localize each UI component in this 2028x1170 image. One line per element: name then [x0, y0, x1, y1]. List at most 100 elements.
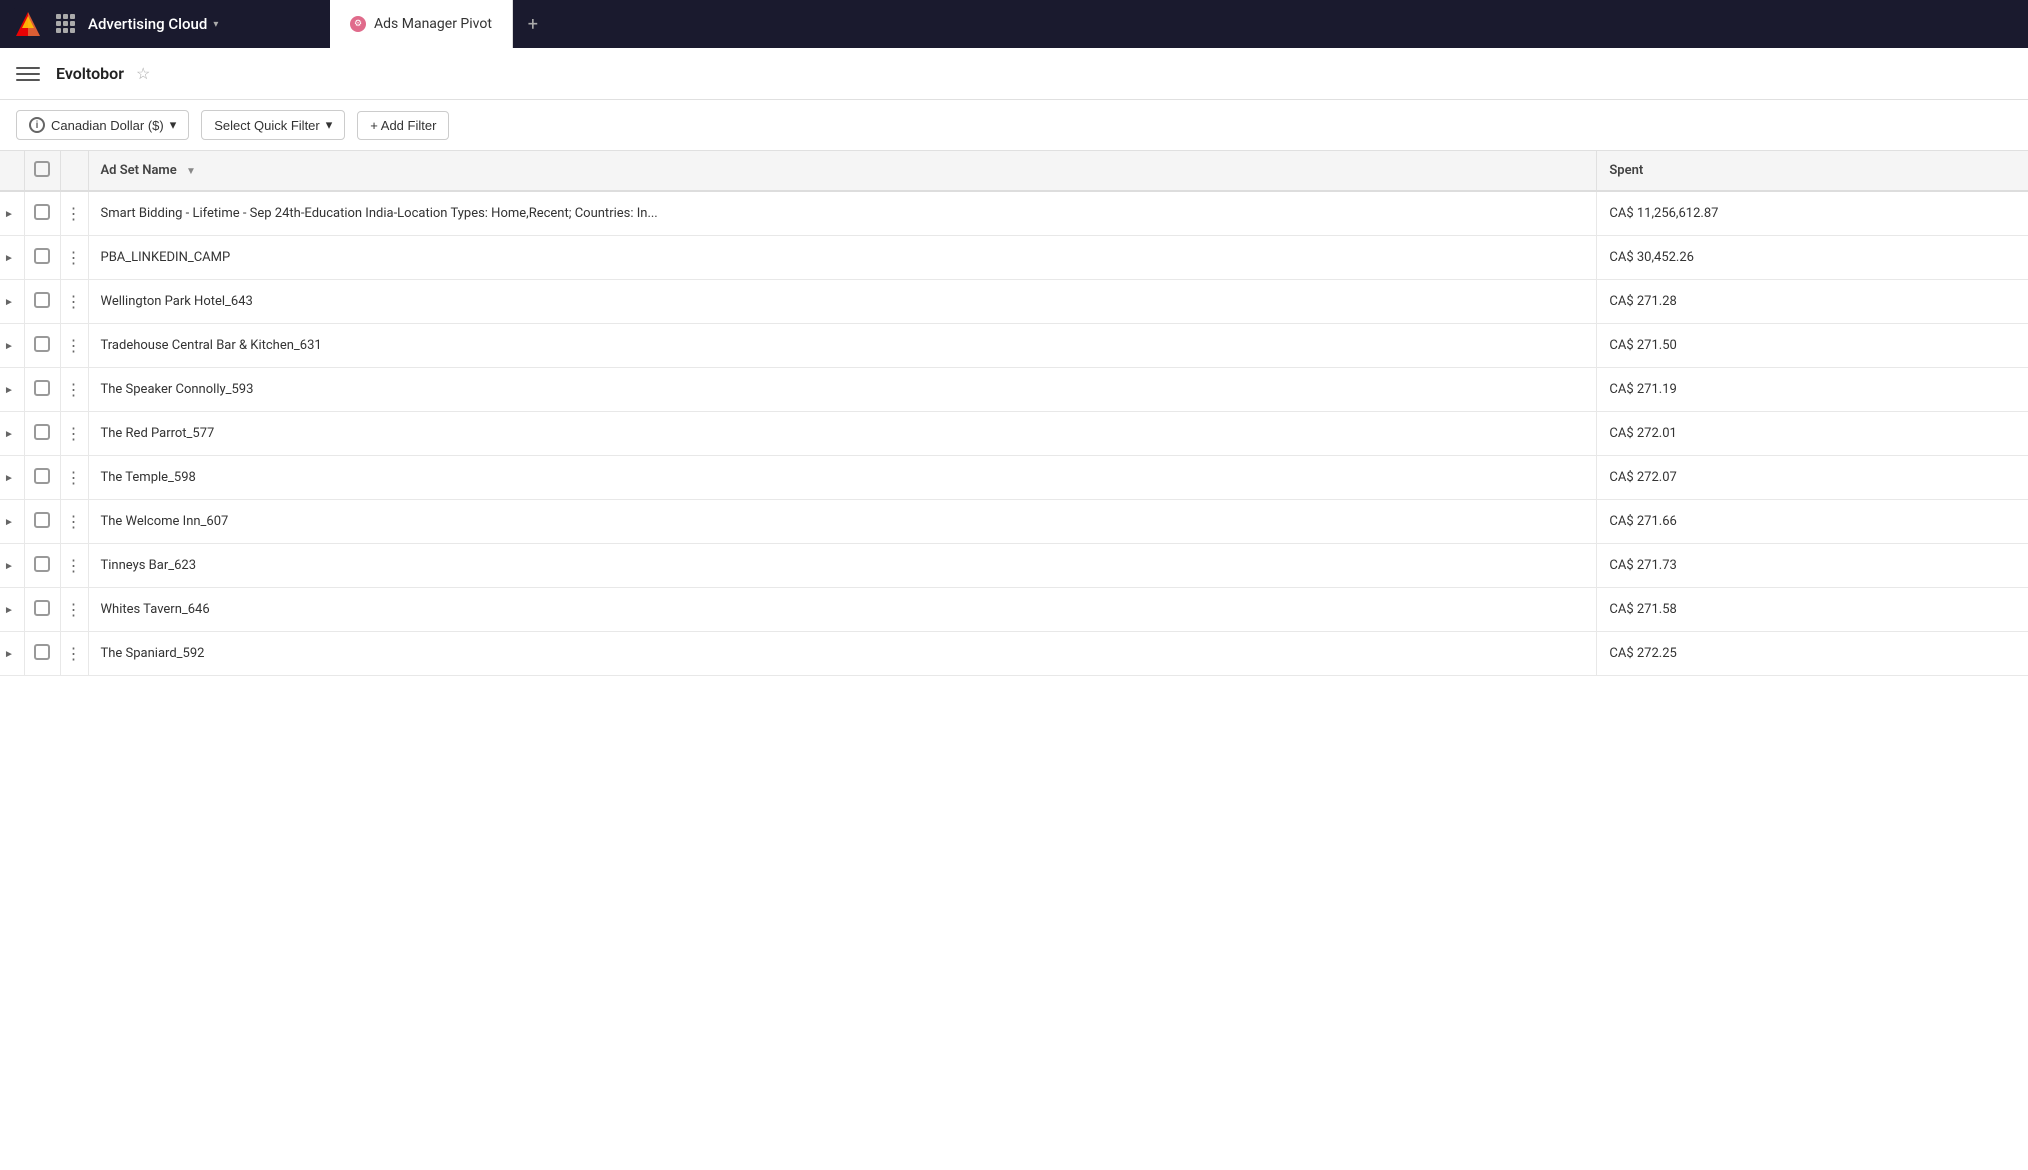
row-checkbox-cell — [24, 412, 60, 456]
th-menu — [60, 151, 88, 191]
row-checkbox-cell — [24, 632, 60, 676]
row-adset-name: The Speaker Connolly_593 — [88, 368, 1597, 412]
row-checkbox[interactable] — [34, 424, 50, 440]
ads-manager-pivot-tab[interactable]: ⚙ Ads Manager Pivot — [330, 0, 513, 48]
row-expand-button[interactable]: ► — [4, 341, 14, 352]
row-checkbox[interactable] — [34, 600, 50, 616]
row-expand-cell: ► — [0, 456, 24, 500]
row-expand-button[interactable]: ► — [4, 473, 14, 484]
row-expand-button[interactable]: ► — [4, 297, 14, 308]
row-expand-button[interactable]: ► — [4, 517, 14, 528]
row-spent: CA$ 271.50 — [1597, 324, 2028, 368]
app-name-label: Advertising Cloud — [88, 15, 207, 33]
row-expand-button[interactable]: ► — [4, 385, 14, 396]
row-menu-cell: ⋮ — [60, 588, 88, 632]
row-expand-cell: ► — [0, 191, 24, 236]
currency-selector-button[interactable]: i Canadian Dollar ($) ▾ — [16, 110, 189, 140]
currency-label: Canadian Dollar ($) — [51, 118, 164, 133]
add-filter-button[interactable]: + Add Filter — [357, 111, 449, 140]
row-expand-button[interactable]: ► — [4, 429, 14, 440]
row-spent: CA$ 271.28 — [1597, 280, 2028, 324]
row-spent: CA$ 272.25 — [1597, 632, 2028, 676]
table-row: ► ⋮ The Welcome Inn_607 CA$ 271.66 — [0, 500, 2028, 544]
row-menu-cell: ⋮ — [60, 412, 88, 456]
row-adset-name: Tradehouse Central Bar & Kitchen_631 — [88, 324, 1597, 368]
row-adset-name: The Welcome Inn_607 — [88, 500, 1597, 544]
row-expand-cell: ► — [0, 632, 24, 676]
table-row: ► ⋮ The Speaker Connolly_593 CA$ 271.19 — [0, 368, 2028, 412]
row-context-menu-button[interactable]: ⋮ — [66, 336, 83, 355]
th-spent-label: Spent — [1609, 163, 1643, 178]
nav-left: Advertising Cloud ▾ — [0, 8, 330, 40]
table-row: ► ⋮ The Spaniard_592 CA$ 272.25 — [0, 632, 2028, 676]
row-checkbox[interactable] — [34, 512, 50, 528]
toolbar: i Canadian Dollar ($) ▾ Select Quick Fil… — [0, 100, 2028, 151]
add-tab-button[interactable]: + — [513, 0, 553, 48]
row-checkbox[interactable] — [34, 336, 50, 352]
row-expand-button[interactable]: ► — [4, 649, 14, 660]
row-spent: CA$ 271.58 — [1597, 588, 2028, 632]
row-adset-name: The Temple_598 — [88, 456, 1597, 500]
row-menu-cell: ⋮ — [60, 191, 88, 236]
row-checkbox[interactable] — [34, 644, 50, 660]
hamburger-menu-icon[interactable] — [16, 62, 40, 86]
row-context-menu-button[interactable]: ⋮ — [66, 556, 83, 575]
tab-bar: ⚙ Ads Manager Pivot + — [330, 0, 2028, 48]
row-checkbox-cell — [24, 324, 60, 368]
row-checkbox[interactable] — [34, 292, 50, 308]
row-adset-name: Tinneys Bar_623 — [88, 544, 1597, 588]
header-checkbox[interactable] — [34, 161, 50, 177]
th-spent: Spent — [1597, 151, 2028, 191]
row-context-menu-button[interactable]: ⋮ — [66, 380, 83, 399]
row-context-menu-button[interactable]: ⋮ — [66, 644, 83, 663]
row-menu-cell: ⋮ — [60, 368, 88, 412]
row-context-menu-button[interactable]: ⋮ — [66, 424, 83, 443]
row-expand-button[interactable]: ► — [4, 209, 14, 220]
row-menu-cell: ⋮ — [60, 632, 88, 676]
table-row: ► ⋮ The Temple_598 CA$ 272.07 — [0, 456, 2028, 500]
table-body: ► ⋮ Smart Bidding - Lifetime - Sep 24th-… — [0, 191, 2028, 676]
row-expand-button[interactable]: ► — [4, 253, 14, 264]
app-name[interactable]: Advertising Cloud ▾ — [88, 15, 218, 33]
th-checkbox[interactable] — [24, 151, 60, 191]
row-adset-name: The Spaniard_592 — [88, 632, 1597, 676]
row-context-menu-button[interactable]: ⋮ — [66, 600, 83, 619]
table-row: ► ⋮ Smart Bidding - Lifetime - Sep 24th-… — [0, 191, 2028, 236]
row-context-menu-button[interactable]: ⋮ — [66, 512, 83, 531]
row-checkbox[interactable] — [34, 248, 50, 264]
quick-filter-button[interactable]: Select Quick Filter ▾ — [201, 110, 345, 140]
grid-icon[interactable] — [56, 14, 76, 34]
app-chevron-icon: ▾ — [213, 19, 218, 30]
row-checkbox-cell — [24, 456, 60, 500]
row-context-menu-button[interactable]: ⋮ — [66, 292, 83, 311]
ads-table: Ad Set Name ▼ Spent ► ⋮ Smart Bidding - … — [0, 151, 2028, 676]
th-adset-name[interactable]: Ad Set Name ▼ — [88, 151, 1597, 191]
quick-filter-chevron-icon: ▾ — [326, 117, 333, 133]
row-checkbox-cell — [24, 191, 60, 236]
row-expand-cell: ► — [0, 500, 24, 544]
row-context-menu-button[interactable]: ⋮ — [66, 204, 83, 223]
sub-header: Evoltobor ☆ — [0, 48, 2028, 100]
row-adset-name: Whites Tavern_646 — [88, 588, 1597, 632]
row-context-menu-button[interactable]: ⋮ — [66, 468, 83, 487]
currency-chevron-icon: ▾ — [170, 117, 177, 133]
row-adset-name: PBA_LINKEDIN_CAMP — [88, 236, 1597, 280]
row-checkbox-cell — [24, 368, 60, 412]
row-checkbox[interactable] — [34, 380, 50, 396]
row-checkbox[interactable] — [34, 468, 50, 484]
table-row: ► ⋮ PBA_LINKEDIN_CAMP CA$ 30,452.26 — [0, 236, 2028, 280]
row-spent: CA$ 11,256,612.87 — [1597, 191, 2028, 236]
row-expand-button[interactable]: ► — [4, 561, 14, 572]
row-spent: CA$ 271.19 — [1597, 368, 2028, 412]
table-row: ► ⋮ Whites Tavern_646 CA$ 271.58 — [0, 588, 2028, 632]
table-row: ► ⋮ Tradehouse Central Bar & Kitchen_631… — [0, 324, 2028, 368]
row-context-menu-button[interactable]: ⋮ — [66, 248, 83, 267]
row-checkbox-cell — [24, 236, 60, 280]
favorite-star-icon[interactable]: ☆ — [136, 64, 150, 83]
row-expand-button[interactable]: ► — [4, 605, 14, 616]
row-spent: CA$ 271.66 — [1597, 500, 2028, 544]
row-checkbox-cell — [24, 500, 60, 544]
row-checkbox[interactable] — [34, 556, 50, 572]
row-checkbox[interactable] — [34, 204, 50, 220]
table-header-row: Ad Set Name ▼ Spent — [0, 151, 2028, 191]
